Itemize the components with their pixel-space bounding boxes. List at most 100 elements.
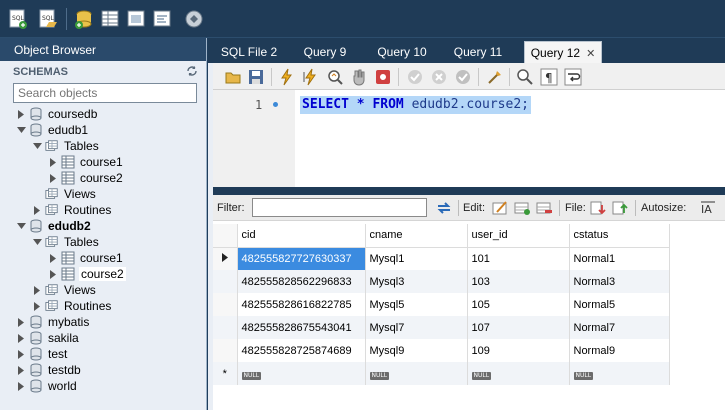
table-cell[interactable]: 482555828616822785 (237, 293, 366, 316)
table-cell[interactable]: 109 (467, 339, 570, 362)
schema-tree-item-test[interactable]: test (16, 346, 68, 362)
open-folder-icon[interactable] (223, 67, 243, 87)
table-cell[interactable]: 103 (467, 270, 570, 293)
schema-tree-item-routines[interactable]: Routines (32, 298, 112, 314)
collapsed-arrow-icon[interactable] (16, 381, 26, 391)
collapsed-arrow-icon[interactable] (16, 109, 26, 119)
refresh-icon[interactable] (186, 65, 198, 77)
sql-editor[interactable]: 1 SELECT * FROM edudb2.course2; (213, 90, 725, 187)
table-cell[interactable]: Mysql7 (365, 316, 468, 339)
explain-icon[interactable] (325, 67, 345, 87)
insert-row-icon[interactable] (513, 199, 531, 217)
new-table-icon[interactable] (98, 7, 122, 31)
table-cell[interactable]: 105 (467, 293, 570, 316)
collapsed-arrow-icon[interactable] (48, 253, 58, 263)
collapsed-arrow-icon[interactable] (48, 173, 58, 183)
tab-query-10[interactable]: Query 10 (368, 41, 436, 63)
schema-tree-item-course1[interactable]: course1 (48, 250, 124, 266)
rollback-icon[interactable] (429, 67, 449, 87)
invisible-chars-icon[interactable]: ¶ (539, 67, 559, 87)
edit-row-icon[interactable] (491, 199, 509, 217)
table-cell[interactable]: Mysql9 (365, 339, 468, 362)
collapsed-arrow-icon[interactable] (16, 365, 26, 375)
table-cell[interactable]: 101 (467, 247, 570, 270)
tab-query-12[interactable]: Query 12 ✕ (524, 41, 602, 63)
schema-tree-item-mybatis[interactable]: mybatis (16, 314, 90, 330)
table-cell[interactable]: NULL (569, 362, 670, 385)
table-row[interactable]: 482555827727630337 Mysql1 101 Normal1 (213, 247, 670, 270)
table-cell[interactable]: 482555827727630337 (237, 247, 366, 270)
new-routine-icon[interactable] (150, 7, 174, 31)
open-sql-file-icon[interactable]: SQL (36, 7, 60, 31)
table-row[interactable]: 482555828562296833 Mysql3 103 Normal3 (213, 270, 670, 293)
column-header-cstatus[interactable]: cstatus (569, 224, 670, 248)
schema-tree-item-routines[interactable]: Routines (32, 202, 112, 218)
table-cell[interactable]: 107 (467, 316, 570, 339)
delete-row-icon[interactable] (535, 199, 553, 217)
new-view-icon[interactable] (124, 7, 148, 31)
search-objects-input[interactable] (13, 83, 197, 103)
expanded-arrow-icon[interactable] (16, 221, 26, 231)
schema-tree-item-views[interactable]: Views (32, 282, 97, 298)
stop-on-error-icon[interactable] (373, 67, 393, 87)
table-cell[interactable]: Mysql1 (365, 247, 468, 270)
collapsed-arrow-icon[interactable] (48, 157, 58, 167)
schema-tree-item-course1[interactable]: course1 (48, 154, 124, 170)
schema-tree-item-views[interactable]: Views (32, 186, 97, 202)
table-row[interactable]: 482555828616822785 Mysql5 105 Normal5 (213, 293, 670, 316)
execute-icon[interactable] (277, 67, 297, 87)
execute-current-icon[interactable] (301, 67, 321, 87)
collapsed-arrow-icon[interactable] (48, 269, 58, 279)
stop-icon[interactable] (349, 67, 369, 87)
collapsed-arrow-icon[interactable] (16, 333, 26, 343)
schema-tree-item-sakila[interactable]: sakila (16, 330, 80, 346)
sql-statement[interactable]: SELECT * FROM edudb2.course2; (300, 96, 531, 114)
collapsed-arrow-icon[interactable] (32, 301, 42, 311)
autocommit-icon[interactable] (453, 67, 473, 87)
table-cell[interactable]: Normal1 (569, 247, 670, 270)
table-cell[interactable]: Normal7 (569, 316, 670, 339)
schema-tree-item-edudb2[interactable]: edudb2 (16, 218, 92, 234)
table-cell[interactable]: Mysql3 (365, 270, 468, 293)
autosize-icon[interactable]: IA (699, 199, 717, 217)
table-cell[interactable]: NULL (237, 362, 366, 385)
schema-tree-item-tables[interactable]: Tables (32, 234, 100, 250)
table-cell[interactable]: Normal3 (569, 270, 670, 293)
new-schema-icon[interactable] (72, 7, 96, 31)
pane-splitter[interactable] (213, 187, 725, 195)
collapsed-arrow-icon[interactable] (32, 285, 42, 295)
table-cell[interactable]: 482555828562296833 (237, 270, 366, 293)
table-cell[interactable]: NULL (467, 362, 570, 385)
table-cell[interactable]: Normal5 (569, 293, 670, 316)
beautify-icon[interactable] (485, 67, 505, 87)
schema-tree-item-course2[interactable]: course2 (48, 266, 126, 282)
export-icon[interactable] (589, 199, 607, 217)
schema-tree-item-coursedb[interactable]: coursedb (16, 106, 98, 122)
tab-query-11[interactable]: Query 11 (444, 41, 512, 63)
reconnect-icon[interactable] (182, 7, 206, 31)
table-cell[interactable]: Normal9 (569, 339, 670, 362)
table-row[interactable]: 482555828675543041 Mysql7 107 Normal7 (213, 316, 670, 339)
new-sql-tab-icon[interactable]: SQL (6, 7, 30, 31)
find-icon[interactable] (515, 67, 535, 87)
schema-tree-item-course2[interactable]: course2 (48, 170, 124, 186)
expanded-arrow-icon[interactable] (16, 125, 26, 135)
commit-icon[interactable] (405, 67, 425, 87)
collapsed-arrow-icon[interactable] (16, 317, 26, 327)
column-header-cid[interactable]: cid (237, 224, 366, 248)
close-tab-icon[interactable]: ✕ (586, 48, 595, 60)
expanded-arrow-icon[interactable] (32, 141, 42, 151)
collapsed-arrow-icon[interactable] (32, 205, 42, 215)
expanded-arrow-icon[interactable] (32, 237, 42, 247)
schema-tree-item-tables[interactable]: Tables (32, 138, 100, 154)
schema-tree-item-edudb1[interactable]: edudb1 (16, 122, 89, 138)
refresh-results-icon[interactable] (435, 199, 453, 217)
result-grid[interactable]: cid cname user_id cstatus 48255582772763… (213, 221, 725, 410)
wrap-lines-icon[interactable] (563, 67, 583, 87)
import-icon[interactable] (611, 199, 629, 217)
column-header-user-id[interactable]: user_id (467, 224, 570, 248)
table-row[interactable]: 482555828725874689 Mysql9 109 Normal9 (213, 339, 670, 362)
schema-tree-item-testdb[interactable]: testdb (16, 362, 82, 378)
tab-sql-file-2[interactable]: SQL File 2 (214, 41, 284, 63)
table-cell[interactable]: 482555828725874689 (237, 339, 366, 362)
